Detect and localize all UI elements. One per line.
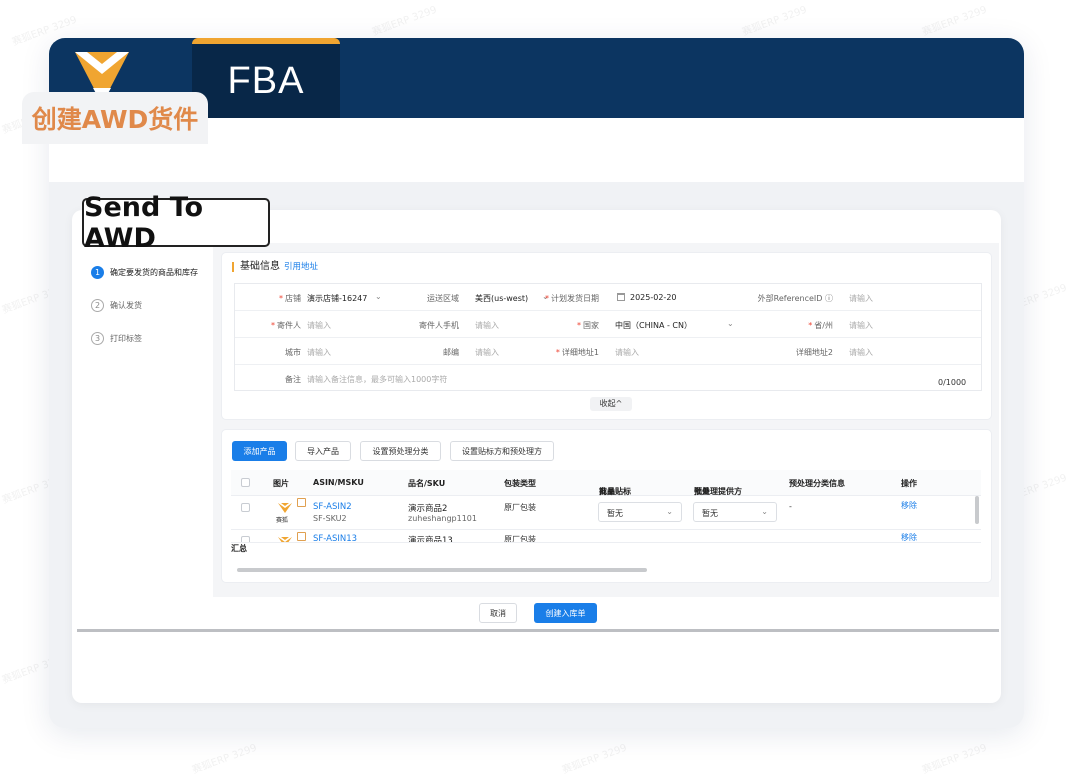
country-label: * 国家 bbox=[577, 321, 599, 330]
ship-date-label: * 计划发货日期 bbox=[545, 294, 599, 303]
step-number: 1 bbox=[91, 266, 104, 279]
table-header: 图片 ASIN/MSKU 品名/SKU 包装类型 商品贴标 批量 预处理提供方 … bbox=[231, 470, 981, 496]
step-sidebar: 1 确定要发货的商品和库存 2 确认发货 3 打印标签 bbox=[77, 243, 213, 597]
address2-input[interactable]: 请输入 bbox=[849, 347, 873, 358]
form-row: * 店铺 演示店铺-16247 ⌄ 运送区域 美西(us-west) ⌄ * 计划发… bbox=[235, 284, 981, 311]
form-row: * 寄件人 请输入 寄件人手机 请输入 * 国家 中国（CHINA - CN） ⌄ … bbox=[235, 311, 981, 338]
address1-input[interactable]: 请输入 bbox=[615, 347, 639, 358]
send-to-awd-callout: Send To AWD bbox=[82, 192, 270, 254]
products-table: 图片 ASIN/MSKU 品名/SKU 包装类型 商品贴标 批量 预处理提供方 … bbox=[231, 470, 981, 572]
table-row: 赛狐 SF-ASIN2 SF-SKU2 演示商品2 zuheshangp1101… bbox=[231, 496, 981, 530]
note-label: 备注 bbox=[285, 375, 301, 384]
step-label: 确定要发货的商品和库存 bbox=[110, 268, 198, 277]
calendar-icon bbox=[617, 293, 625, 301]
asin-link[interactable]: SF-ASIN2 bbox=[313, 502, 352, 512]
section-title-text: 基础信息 bbox=[240, 261, 280, 272]
col-action: 操作 bbox=[901, 479, 917, 488]
row-checkbox[interactable] bbox=[241, 503, 250, 512]
page-title: 创建AWD货件 bbox=[22, 92, 208, 144]
label-owner-select[interactable]: 暂无 ⌄ bbox=[598, 502, 682, 522]
region-label: 运送区域 bbox=[427, 294, 459, 303]
chevron-down-icon: ⌄ bbox=[761, 507, 768, 516]
ship-date-picker[interactable]: 2025-02-20 bbox=[617, 293, 677, 302]
step-number: 3 bbox=[91, 332, 104, 345]
help-icon: ⓘ bbox=[825, 294, 833, 303]
reference-address-link[interactable]: 引用地址 bbox=[284, 262, 318, 272]
state-input[interactable]: 请输入 bbox=[849, 320, 873, 331]
col-pack-type: 包装类型 bbox=[504, 479, 536, 488]
col-name-sku: 品名/SKU bbox=[408, 479, 446, 488]
product-name: 演示商品2 bbox=[408, 504, 448, 514]
prep-owner-select[interactable]: 暂无 ⌄ bbox=[693, 502, 777, 522]
basic-info-form: * 店铺 演示店铺-16247 ⌄ 运送区域 美西(us-west) ⌄ * 计划发… bbox=[234, 283, 982, 391]
zip-input[interactable]: 请输入 bbox=[475, 347, 499, 358]
step-1[interactable]: 1 确定要发货的商品和库存 bbox=[91, 266, 198, 279]
sender-phone-input[interactable]: 请输入 bbox=[475, 320, 499, 331]
country-select[interactable]: 中国（CHINA - CN） bbox=[615, 320, 692, 331]
store-label: * 店铺 bbox=[279, 294, 301, 303]
prep-info: - bbox=[789, 502, 792, 511]
step-3[interactable]: 3 打印标签 bbox=[91, 332, 142, 345]
import-product-button[interactable]: 导入产品 bbox=[295, 441, 351, 461]
chevron-up-icon: ^ bbox=[615, 399, 623, 408]
thumbnail-caption: 赛狐 bbox=[276, 517, 289, 524]
form-row: 城市 请输入 邮编 请输入 * 详细地址1 请输入 详细地址2 请输入 bbox=[235, 338, 981, 365]
note-char-counter: 0/1000 bbox=[938, 378, 967, 387]
state-label: * 省/州 bbox=[808, 321, 833, 330]
city-input[interactable]: 请输入 bbox=[307, 347, 331, 358]
products-panel: 添加产品 导入产品 设置预处理分类 设置贴标方和预处理方 图片 ASIN/MSK… bbox=[221, 429, 992, 583]
store-select[interactable]: 演示店铺-16247 bbox=[307, 293, 367, 304]
step-label: 打印标签 bbox=[110, 334, 142, 343]
chevron-down-icon: ⌄ bbox=[666, 507, 673, 516]
basic-info-panel: 基础信息 引用地址 * 店铺 演示店铺-16247 ⌄ 运送区域 美西(us-wes… bbox=[221, 252, 992, 420]
product-sku: zuheshangp1101 bbox=[408, 514, 477, 523]
sender-phone-label: 寄件人手机 bbox=[419, 321, 459, 330]
city-label: 城市 bbox=[285, 348, 301, 357]
region-select[interactable]: 美西(us-west) bbox=[475, 293, 528, 304]
step-number: 2 bbox=[91, 299, 104, 312]
copy-icon[interactable] bbox=[297, 532, 306, 541]
remove-link[interactable]: 移除 bbox=[901, 500, 917, 511]
footer-actions: 取消 创建入库单 bbox=[77, 597, 999, 632]
address1-label: * 详细地址1 bbox=[555, 348, 599, 357]
horizontal-scrollbar[interactable] bbox=[237, 568, 647, 572]
chevron-down-icon: ⌄ bbox=[375, 292, 382, 301]
add-product-button[interactable]: 添加产品 bbox=[232, 441, 287, 461]
note-textarea[interactable]: 请输入备注信息，最多可输入1000字符 bbox=[307, 374, 447, 385]
reference-id-label: 外部ReferenceID ⓘ bbox=[757, 294, 833, 303]
col-asin-msku: ASIN/MSKU bbox=[313, 478, 364, 487]
address2-label: 详细地址2 bbox=[795, 348, 833, 357]
section-title: 基础信息 引用地址 bbox=[232, 262, 318, 272]
form-row: 备注 请输入备注信息，最多可输入1000字符 0/1000 bbox=[235, 365, 981, 392]
set-label-prep-button[interactable]: 设置贴标方和预处理方 bbox=[450, 441, 554, 461]
create-inbound-button[interactable]: 创建入库单 bbox=[534, 603, 597, 623]
reference-id-input[interactable]: 请输入 bbox=[849, 293, 873, 304]
summary-label: 汇总 bbox=[231, 544, 247, 553]
sender-input[interactable]: 请输入 bbox=[307, 320, 331, 331]
col-prep-info: 预处理分类信息 bbox=[789, 479, 845, 488]
select-all-checkbox[interactable] bbox=[241, 478, 250, 487]
copy-icon[interactable] bbox=[297, 498, 306, 507]
zip-label: 邮编 bbox=[443, 348, 459, 357]
vertical-scrollbar[interactable] bbox=[975, 496, 979, 524]
tab-fba[interactable]: FBA bbox=[192, 38, 340, 118]
sender-label: * 寄件人 bbox=[271, 321, 301, 330]
set-prep-category-button[interactable]: 设置预处理分类 bbox=[360, 441, 441, 461]
step-2[interactable]: 2 确认发货 bbox=[91, 299, 142, 312]
msku-text: SF-SKU2 bbox=[313, 514, 347, 523]
pack-type: 原厂包装 bbox=[504, 503, 536, 512]
summary-row: 汇总 bbox=[231, 542, 981, 566]
col-image: 图片 bbox=[273, 479, 289, 488]
collapse-button[interactable]: 收起^ bbox=[590, 397, 632, 411]
step-label: 确认发货 bbox=[110, 301, 142, 310]
chevron-down-icon: ⌄ bbox=[727, 319, 734, 328]
cancel-button[interactable]: 取消 bbox=[479, 603, 517, 623]
